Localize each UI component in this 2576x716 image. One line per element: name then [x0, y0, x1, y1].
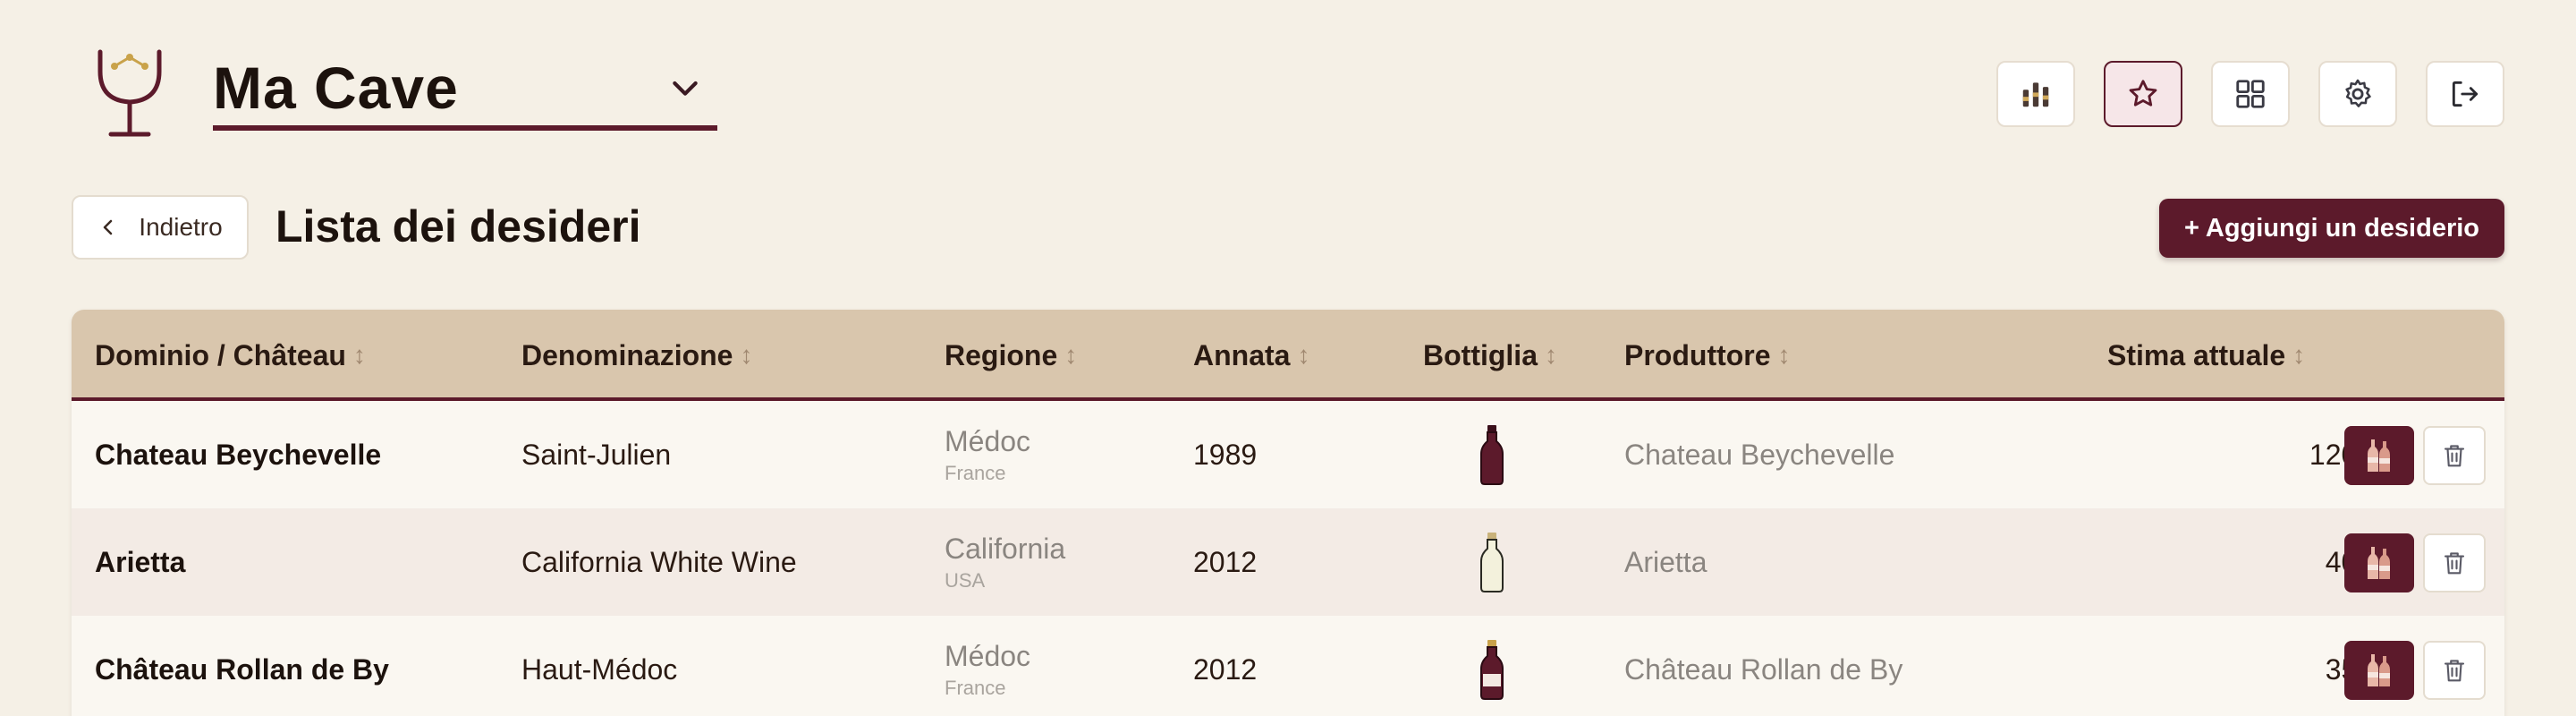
cellar-selector[interactable]: Ma Cave	[213, 50, 717, 131]
header-region[interactable]: Regione ↕	[945, 310, 1077, 401]
header-domain[interactable]: Dominio / Château ↕	[95, 310, 366, 401]
cell-region: Médoc France	[945, 424, 1031, 484]
sort-icon: ↕	[1297, 341, 1310, 369]
star-icon	[2129, 80, 2157, 107]
cell-domain: Chateau Beychevelle	[95, 438, 382, 471]
cell-estimate: 120 €	[2309, 438, 2381, 471]
chevron-left-icon	[104, 219, 113, 235]
header-bottle[interactable]: Bottiglia ↕	[1423, 310, 1557, 401]
app-header: Ma Cave	[0, 0, 2576, 179]
wine-glass-logo-icon	[89, 45, 170, 143]
cell-producer: Arietta	[1624, 545, 1707, 578]
bottles-icon	[2368, 439, 2390, 472]
wishlist-table: Dominio / Château ↕ Denominazione ↕ Region…	[72, 310, 2504, 716]
cell-bottle	[1474, 616, 1510, 716]
back-button[interactable]: Indietro	[72, 195, 249, 260]
grid-view-button[interactable]	[2211, 61, 2290, 127]
cell-appellation: Haut-Médoc	[521, 652, 678, 686]
cell-vintage: 1989	[1193, 438, 1258, 471]
move-to-cellar-button[interactable]	[2344, 641, 2414, 700]
header-producer[interactable]: Produttore ↕	[1624, 310, 1791, 401]
bottles-icon	[2368, 547, 2390, 579]
cellar-name: Ma Cave	[213, 55, 459, 121]
cell-region: Médoc France	[945, 639, 1031, 699]
cell-region: California USA	[945, 532, 1066, 592]
wishlist-button[interactable]	[2104, 61, 2182, 127]
trash-icon	[2444, 552, 2465, 575]
header-estimate[interactable]: Stima attuale ↕	[2107, 310, 2305, 401]
cell-producer: Château Rollan de By	[1624, 652, 1903, 686]
add-wish-button[interactable]: + Aggiungi un desiderio	[2159, 199, 2504, 258]
table-row[interactable]: Château Rollan de By Haut-Médoc Médoc Fr…	[72, 616, 2504, 716]
stats-button[interactable]	[1996, 61, 2075, 127]
cell-vintage: 2012	[1193, 545, 1258, 578]
cell-domain: Arietta	[95, 545, 186, 578]
page-title: Lista dei desideri	[275, 201, 641, 251]
delete-button[interactable]	[2423, 426, 2486, 485]
settings-button[interactable]	[2318, 61, 2397, 127]
trash-icon	[2444, 445, 2465, 467]
move-to-cellar-button[interactable]	[2344, 533, 2414, 592]
cell-bottle	[1474, 401, 1510, 508]
cell-estimate: 40 €	[2325, 545, 2381, 578]
delete-button[interactable]	[2423, 641, 2486, 700]
table-header: Dominio / Château ↕ Denominazione ↕ Region…	[72, 310, 2504, 401]
cell-estimate: 35 €	[2325, 652, 2381, 686]
cell-producer: Chateau Beychevelle	[1624, 438, 1895, 471]
cell-domain: Château Rollan de By	[95, 652, 389, 686]
delete-button[interactable]	[2423, 533, 2486, 592]
trash-icon	[2444, 660, 2465, 682]
cell-appellation: Saint-Julien	[521, 438, 672, 471]
red-wine-bottle-icon	[1480, 425, 1504, 485]
table-row[interactable]: Chateau Beychevelle Saint-Julien Médoc F…	[72, 401, 2504, 508]
gear-icon	[2345, 79, 2371, 107]
grid-icon	[2236, 80, 2265, 108]
sort-icon: ↕	[740, 341, 753, 369]
move-to-cellar-button[interactable]	[2344, 426, 2414, 485]
chevron-down-icon	[673, 81, 698, 96]
stats-icon	[2022, 82, 2049, 107]
white-wine-bottle-icon	[1480, 533, 1504, 592]
table-row[interactable]: Arietta California White Wine California…	[72, 508, 2504, 616]
cell-vintage: 2012	[1193, 652, 1258, 686]
back-label: Indietro	[139, 213, 223, 241]
sort-icon: ↕	[1777, 341, 1791, 369]
sort-icon: ↕	[2292, 341, 2306, 369]
header-vintage[interactable]: Annata ↕	[1193, 310, 1309, 401]
red-wine-bottle-icon	[1480, 640, 1504, 700]
toolbar	[1996, 61, 2504, 127]
sort-icon: ↕	[352, 341, 366, 369]
logout-button[interactable]	[2426, 61, 2504, 127]
bottles-icon	[2368, 654, 2390, 686]
sort-icon: ↕	[1544, 341, 1557, 369]
cell-appellation: California White Wine	[521, 545, 797, 578]
sort-icon: ↕	[1064, 341, 1078, 369]
logout-icon	[2452, 81, 2479, 107]
cell-bottle	[1474, 508, 1510, 616]
header-appellation[interactable]: Denominazione ↕	[521, 310, 752, 401]
